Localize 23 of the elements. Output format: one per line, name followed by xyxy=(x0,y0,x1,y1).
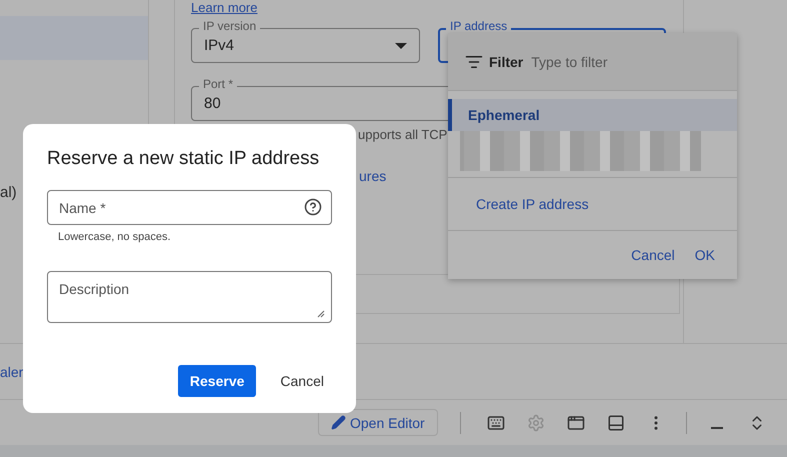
create-ip-address-link[interactable]: Create IP address xyxy=(448,178,737,231)
learn-more-link[interactable]: Learn more xyxy=(191,0,258,15)
port-helper-text: upports all TCP xyxy=(358,127,448,142)
pencil-icon xyxy=(331,415,346,430)
help-icon[interactable] xyxy=(304,198,322,216)
filter-label: Filter xyxy=(489,54,524,70)
resize-grip-icon[interactable] xyxy=(317,310,325,318)
cancel-button[interactable]: Cancel xyxy=(268,365,336,397)
field-label: Port * xyxy=(199,77,238,91)
field-label: IP address xyxy=(446,19,512,33)
menu-option[interactable]: Ephemeral xyxy=(448,99,737,131)
ok-button[interactable]: OK xyxy=(688,241,721,269)
filter-input[interactable]: Type to filter xyxy=(529,52,714,70)
field-helper-text: Lowercase, no spaces. xyxy=(58,231,172,243)
cancel-button[interactable]: Cancel xyxy=(625,241,681,269)
reserve-button[interactable]: Reserve xyxy=(178,365,256,397)
dialog-title: Reserve a new static IP address xyxy=(47,148,320,170)
link[interactable]: aler xyxy=(0,364,24,380)
link[interactable]: ures xyxy=(359,168,386,184)
name-field[interactable]: Name * xyxy=(47,190,332,225)
field-label: IP version xyxy=(199,19,260,33)
dropdown-caret-icon xyxy=(395,42,407,48)
description-field[interactable]: Description xyxy=(47,271,332,323)
